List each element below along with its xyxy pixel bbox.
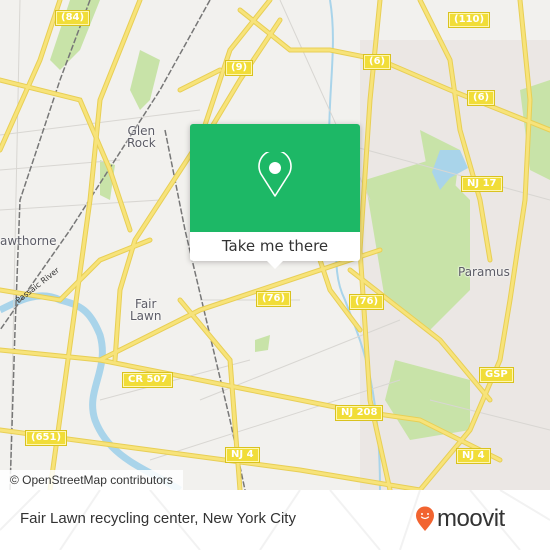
route-shield-110: (110) xyxy=(449,13,490,27)
route-shield-651: (651) xyxy=(26,431,67,445)
popup-header xyxy=(190,124,360,232)
moovit-logo-text: moovit xyxy=(437,505,505,532)
moovit-pin-smile-icon xyxy=(416,506,434,531)
route-shield-6: (6) xyxy=(364,55,391,69)
route-shield-6: (6) xyxy=(468,91,495,105)
map[interactable]: Glen Rock Fair Lawn Paramus awthorne Pas… xyxy=(0,0,550,490)
place-label-fair-lawn: Fair Lawn xyxy=(130,297,162,323)
map-pin-icon xyxy=(258,152,292,197)
moovit-logo[interactable]: moovit xyxy=(415,504,505,534)
route-shield-nj4: NJ 4 xyxy=(226,448,259,462)
location-title: Fair Lawn recycling center, New York Cit… xyxy=(20,510,296,527)
route-shield-gsp: GSP xyxy=(480,368,513,382)
route-shield-nj4: NJ 4 xyxy=(457,449,490,463)
route-shield-9: (9) xyxy=(226,61,253,75)
route-shield-cr507: CR 507 xyxy=(123,373,173,387)
route-shield-nj208: NJ 208 xyxy=(336,406,383,420)
place-label-paramus: Paramus xyxy=(458,265,510,279)
take-me-there-button[interactable]: Take me there xyxy=(190,232,360,261)
map-attribution[interactable]: © OpenStreetMap contributors xyxy=(0,470,183,490)
popup-pointer xyxy=(267,261,283,269)
footer: Fair Lawn recycling center, New York Cit… xyxy=(0,490,550,550)
place-label-glen-rock: Glen Rock xyxy=(127,124,156,150)
location-popup: Take me there xyxy=(190,124,360,269)
park-area xyxy=(130,50,160,110)
route-shield-nj17: NJ 17 xyxy=(462,177,502,191)
passaic-river xyxy=(0,292,182,490)
route-shield-76: (76) xyxy=(257,292,291,306)
place-label-hawthorne: awthorne xyxy=(0,234,57,248)
route-shield-84: (84) xyxy=(56,11,90,25)
park-area xyxy=(255,335,270,352)
route-shield-76: (76) xyxy=(350,295,384,309)
